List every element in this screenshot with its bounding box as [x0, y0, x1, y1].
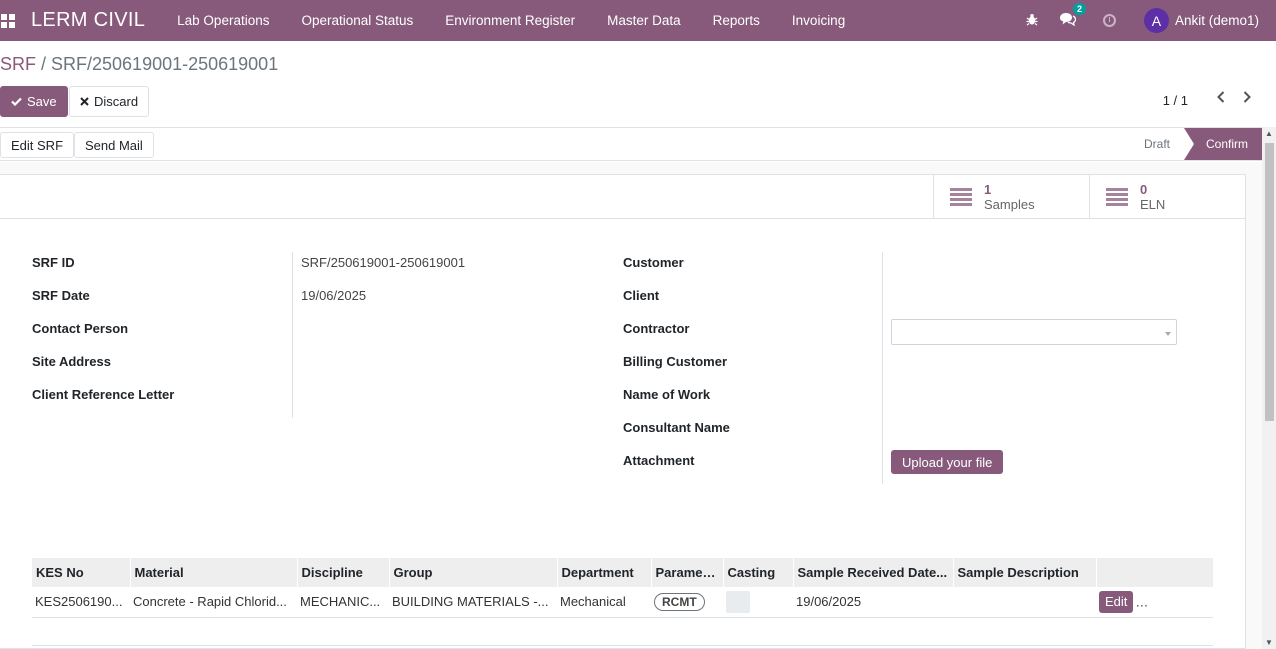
- table-bottom-divider: [32, 645, 1213, 646]
- menu-item-reports[interactable]: Reports: [697, 0, 776, 41]
- cell-material: Concrete - Rapid Chlorid...: [130, 587, 297, 618]
- user-name: Ankit (demo1): [1174, 13, 1259, 28]
- save-label: Save: [27, 94, 57, 109]
- scrollbar-thumb[interactable]: [1265, 143, 1274, 421]
- table-header-row: KES No Material Discipline Group Departm…: [32, 558, 1214, 587]
- chat-icon[interactable]: 2: [1059, 3, 1086, 29]
- activity-clock-icon[interactable]: [1102, 14, 1116, 27]
- scroll-down-arrow-icon[interactable]: ▼: [1265, 638, 1273, 647]
- edit-row-button[interactable]: Edit: [1099, 590, 1134, 613]
- contractor-select[interactable]: [891, 319, 1177, 345]
- discard-button[interactable]: Discard: [69, 86, 150, 117]
- form-statusbar: Edit SRF Send Mail Draft Confirm: [0, 127, 1262, 161]
- status-confirm-label: Confirm: [1205, 137, 1248, 151]
- eln-label: ELN: [1140, 196, 1166, 212]
- samples-table: KES No Material Discipline Group Departm…: [32, 558, 1214, 618]
- discard-label: Discard: [94, 94, 139, 109]
- status-draft[interactable]: Draft: [1144, 137, 1170, 151]
- column-header-actions: [1096, 558, 1214, 587]
- avatar: A: [1143, 8, 1169, 33]
- smart-button-box: 1 Samples 0 ELN: [0, 175, 1245, 219]
- contractor-label: Contractor: [623, 321, 690, 336]
- srf-date-value: 19/06/2025: [301, 288, 367, 303]
- pager-value[interactable]: 1 / 1: [1163, 93, 1188, 108]
- srf-id-value: SRF/250619001-250619001: [301, 255, 466, 270]
- main-menu: Lab Operations Operational Status Enviro…: [161, 0, 861, 41]
- contact-person-label: Contact Person: [32, 321, 129, 336]
- chat-count-badge: 2: [1072, 3, 1086, 15]
- customer-label: Customer: [623, 255, 684, 270]
- column-header-sample-description[interactable]: Sample Description: [953, 558, 1097, 587]
- cell-department: Mechanical: [557, 587, 651, 618]
- name-of-work-label: Name of Work: [623, 387, 711, 402]
- eln-smart-button[interactable]: 0 ELN: [1089, 175, 1245, 218]
- cell-description: [953, 587, 1096, 618]
- column-header-discipline[interactable]: Discipline: [297, 558, 390, 587]
- menu-item-invoicing[interactable]: Invoicing: [776, 0, 861, 41]
- menu-item-lab-operations[interactable]: Lab Operations: [161, 0, 285, 41]
- bug-icon[interactable]: [1026, 13, 1038, 29]
- apps-menu-icon[interactable]: [1, 13, 15, 28]
- cell-casting: [723, 587, 793, 618]
- cell-group: BUILDING MATERIALS -...: [389, 587, 557, 618]
- breadcrumb: SRF / SRF/250619001-250619001: [0, 54, 278, 75]
- srf-date-label: SRF Date: [32, 288, 90, 303]
- cell-received-date: 19/06/2025: [793, 587, 953, 618]
- cell-parameter: RCMT: [651, 587, 723, 618]
- column-header-kes-no[interactable]: KES No: [32, 558, 131, 587]
- column-header-group[interactable]: Group: [389, 558, 558, 587]
- navbar-systray: 2 A Ankit (demo1): [1017, 0, 1276, 41]
- eln-count: 0: [1140, 181, 1148, 197]
- client-label: Client: [623, 288, 660, 303]
- consultant-name-label: Consultant Name: [623, 420, 730, 435]
- column-header-material[interactable]: Material: [130, 558, 298, 587]
- right-group-separator: [882, 252, 883, 484]
- close-icon: [80, 97, 89, 106]
- save-button[interactable]: Save: [0, 86, 68, 117]
- site-address-label: Site Address: [32, 354, 111, 369]
- menu-item-environment-register[interactable]: Environment Register: [429, 0, 591, 41]
- attachment-label: Attachment: [623, 453, 695, 468]
- casting-checkbox[interactable]: [726, 590, 750, 613]
- menu-item-operational-status[interactable]: Operational Status: [285, 0, 429, 41]
- cell-actions: Edit Reallocate: [1096, 587, 1213, 618]
- chevron-left-icon[interactable]: [1216, 90, 1226, 109]
- list-icon: [1106, 187, 1128, 206]
- upload-file-button[interactable]: Upload your file: [891, 450, 1004, 474]
- cell-discipline: MECHANIC...: [297, 587, 389, 618]
- user-menu[interactable]: A Ankit (demo1): [1143, 8, 1259, 33]
- left-group-separator: [292, 252, 293, 418]
- scroll-up-arrow-icon[interactable]: ▲: [1265, 129, 1273, 138]
- samples-label: Samples: [984, 196, 1035, 212]
- client-reference-letter-label: Client Reference Letter: [32, 387, 175, 402]
- breadcrumb-separator: /: [36, 54, 52, 74]
- column-header-department[interactable]: Department: [557, 558, 652, 587]
- samples-smart-button[interactable]: 1 Samples: [933, 175, 1089, 218]
- cell-kes-no: KES2506190...: [32, 587, 130, 618]
- table-row[interactable]: KES2506190... Concrete - Rapid Chlorid..…: [32, 587, 1213, 618]
- chevron-right-icon[interactable]: [1242, 90, 1252, 109]
- menu-item-master-data[interactable]: Master Data: [591, 0, 697, 41]
- breadcrumb-parent[interactable]: SRF: [0, 54, 36, 74]
- samples-count: 1: [984, 181, 992, 197]
- srf-id-label: SRF ID: [32, 255, 75, 270]
- column-header-sample-received-date[interactable]: Sample Received Date...: [793, 558, 954, 587]
- parameter-tag: RCMT: [654, 592, 705, 611]
- send-mail-button[interactable]: Send Mail: [74, 132, 154, 158]
- page-scrollbar[interactable]: ▲ ▼: [1262, 127, 1276, 649]
- status-confirm[interactable]: Confirm: [1184, 128, 1262, 160]
- app-brand[interactable]: LERM CIVIL: [31, 9, 145, 32]
- billing-customer-label: Billing Customer: [623, 354, 728, 369]
- list-icon: [950, 187, 972, 206]
- check-icon: [11, 97, 22, 106]
- column-header-parameter[interactable]: Parameter: [651, 558, 724, 587]
- column-header-casting[interactable]: Casting: [723, 558, 794, 587]
- top-navbar: LERM CIVIL Lab Operations Operational St…: [0, 0, 1276, 41]
- edit-srf-button[interactable]: Edit SRF: [0, 132, 75, 158]
- breadcrumb-current: SRF/250619001-250619001: [51, 54, 279, 74]
